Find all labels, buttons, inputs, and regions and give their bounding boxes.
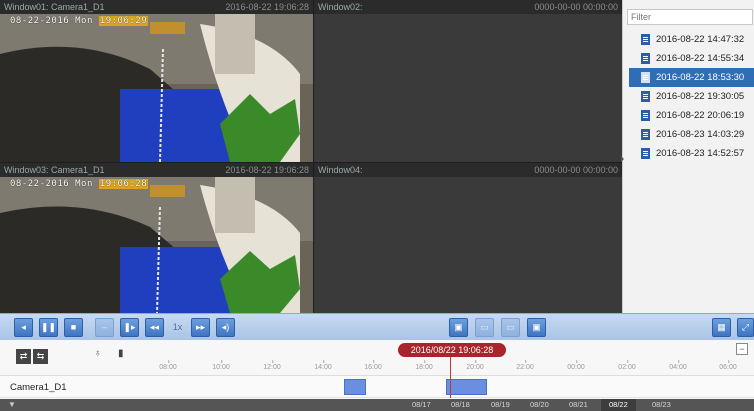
time-tick: 08:00 xyxy=(159,360,177,371)
time-tick: 04:00 xyxy=(669,360,687,371)
file-item[interactable]: 2016-08-23 14:52:57 xyxy=(629,144,754,163)
date-item-current[interactable]: 08/22 xyxy=(601,399,636,411)
date-item[interactable]: 08/18 xyxy=(451,399,470,411)
pause-icon[interactable]: ❚❚ xyxy=(39,318,58,337)
video-window-2[interactable]: Window02: 0000-00-00 00:00:00 xyxy=(314,0,622,162)
file-item[interactable]: 2016-08-22 19:30:05 xyxy=(629,87,754,106)
timeline-mode-alt-icon[interactable]: ⇆ xyxy=(33,349,48,364)
timeline-cursor[interactable] xyxy=(450,357,451,398)
timeline-panel: ⇄ ⇆ ♁ ▮ 2016/08/22 19:06:28 08:00 10:00 … xyxy=(0,340,754,411)
video-file-icon xyxy=(641,148,650,159)
camera-feed-image: 08-22-2016 Mon 19:06:28 xyxy=(0,177,313,313)
prev-frame-icon[interactable]: ◂ xyxy=(14,318,33,337)
date-item[interactable]: 08/23 xyxy=(652,399,671,411)
camera-feed-image: 08-22-2016 Mon 19:06:29 xyxy=(0,14,313,162)
time-tick: 16:00 xyxy=(364,360,382,371)
file-item[interactable]: 2016-08-22 14:55:34 xyxy=(629,49,754,68)
lock-icon[interactable]: ♁ xyxy=(94,348,102,359)
fast-forward-icon[interactable]: ▸▸ xyxy=(191,318,210,337)
recording-segment[interactable] xyxy=(446,379,487,395)
osd-time: 19:06:29 xyxy=(98,16,149,26)
file-item[interactable]: 2016-08-22 20:06:19 xyxy=(629,106,754,125)
layout-icon[interactable]: ▦ xyxy=(712,318,731,337)
date-item[interactable]: 08/20 xyxy=(530,399,549,411)
window-time: 0000-00-00 00:00:00 xyxy=(534,2,618,12)
recording-segment[interactable] xyxy=(344,379,366,395)
collapse-icon[interactable]: ▼ xyxy=(8,400,16,409)
file-item-selected[interactable]: 2016-08-22 18:53:30 xyxy=(629,68,754,87)
date-item[interactable]: 08/17 xyxy=(412,399,431,411)
file-list-panel: 2016-08-22 14:47:32 2016-08-22 14:55:34 … xyxy=(621,0,754,313)
fullscreen-icon[interactable]: ⤢ xyxy=(737,318,754,337)
window-time: 0000-00-00 00:00:00 xyxy=(534,165,618,175)
timeline-mode-icon[interactable]: ⇄ xyxy=(16,349,31,364)
export-icon[interactable]: ▣ xyxy=(527,318,546,337)
video-file-icon xyxy=(641,129,650,140)
timeline-cursor-time: 2016/08/22 19:06:28 xyxy=(398,343,506,357)
slow-icon[interactable]: – xyxy=(95,318,114,337)
video-window-1[interactable]: Window01: Camera1_D1 2016-08-22 19:06:28 … xyxy=(0,0,313,162)
playback-toolbar: ◂ ❚❚ ■ – ❚▸ ◂◂ 1x ▸▸ ◂) ▣ ▭ ▭ ▣ ▦ ⤢ xyxy=(0,313,754,340)
video-file-icon xyxy=(641,53,650,64)
time-tick: 20:00 xyxy=(466,360,484,371)
osd-date: 08-22-2016 Mon xyxy=(10,16,93,26)
time-tick: 18:00 xyxy=(415,360,433,371)
video-window-3[interactable]: Window03: Camera1_D1 2016-08-22 19:06:28 … xyxy=(0,163,313,313)
video-file-icon xyxy=(641,72,650,83)
window-time: 2016-08-22 19:06:28 xyxy=(225,165,309,175)
stop-icon[interactable]: ■ xyxy=(64,318,83,337)
window-title: Window01: Camera1_D1 xyxy=(4,2,105,12)
window-time: 2016-08-22 19:06:28 xyxy=(225,2,309,12)
time-tick: 10:00 xyxy=(212,360,230,371)
file-item[interactable]: 2016-08-22 14:47:32 xyxy=(629,30,754,49)
download-icon[interactable]: ▭ xyxy=(501,318,520,337)
audio-icon[interactable]: ◂) xyxy=(216,318,235,337)
video-file-icon xyxy=(641,34,650,45)
zoom-out-button[interactable]: − xyxy=(736,343,748,355)
filter-input[interactable] xyxy=(627,9,753,25)
video-file-icon xyxy=(641,91,650,102)
bookmark-icon[interactable]: ▮ xyxy=(118,348,124,359)
osd-time: 19:06:28 xyxy=(98,179,149,189)
time-tick: 12:00 xyxy=(263,360,281,371)
camera-track-label: Camera1_D1 xyxy=(10,382,67,393)
time-tick: 02:00 xyxy=(618,360,636,371)
window-title: Window02: xyxy=(318,2,363,12)
camera-track[interactable]: Camera1_D1 xyxy=(0,376,754,398)
video-window-4[interactable]: Window04: 0000-00-00 00:00:00 xyxy=(314,163,622,313)
time-tick: 06:00 xyxy=(719,360,737,371)
speed-label: 1x xyxy=(172,322,183,332)
time-tick: 22:00 xyxy=(516,360,534,371)
date-strip: ▼ 08/17 08/18 08/19 08/20 08/21 08/22 08… xyxy=(0,399,754,411)
date-item[interactable]: 08/21 xyxy=(569,399,588,411)
rewind-icon[interactable]: ◂◂ xyxy=(145,318,164,337)
video-file-icon xyxy=(641,110,650,121)
file-item[interactable]: 2016-08-23 14:03:29 xyxy=(629,125,754,144)
step-forward-icon[interactable]: ❚▸ xyxy=(120,318,139,337)
clip-icon[interactable]: ▭ xyxy=(475,318,494,337)
panel-collapse-icon[interactable] xyxy=(621,156,624,162)
window-title: Window03: Camera1_D1 xyxy=(4,165,105,175)
file-list: 2016-08-22 14:47:32 2016-08-22 14:55:34 … xyxy=(629,30,754,163)
time-tick: 00:00 xyxy=(567,360,585,371)
window-title: Window04: xyxy=(318,165,363,175)
osd-date: 08-22-2016 Mon xyxy=(10,179,93,189)
time-tick: 14:00 xyxy=(314,360,332,371)
capture-icon[interactable]: ▣ xyxy=(449,318,468,337)
date-item[interactable]: 08/19 xyxy=(491,399,510,411)
